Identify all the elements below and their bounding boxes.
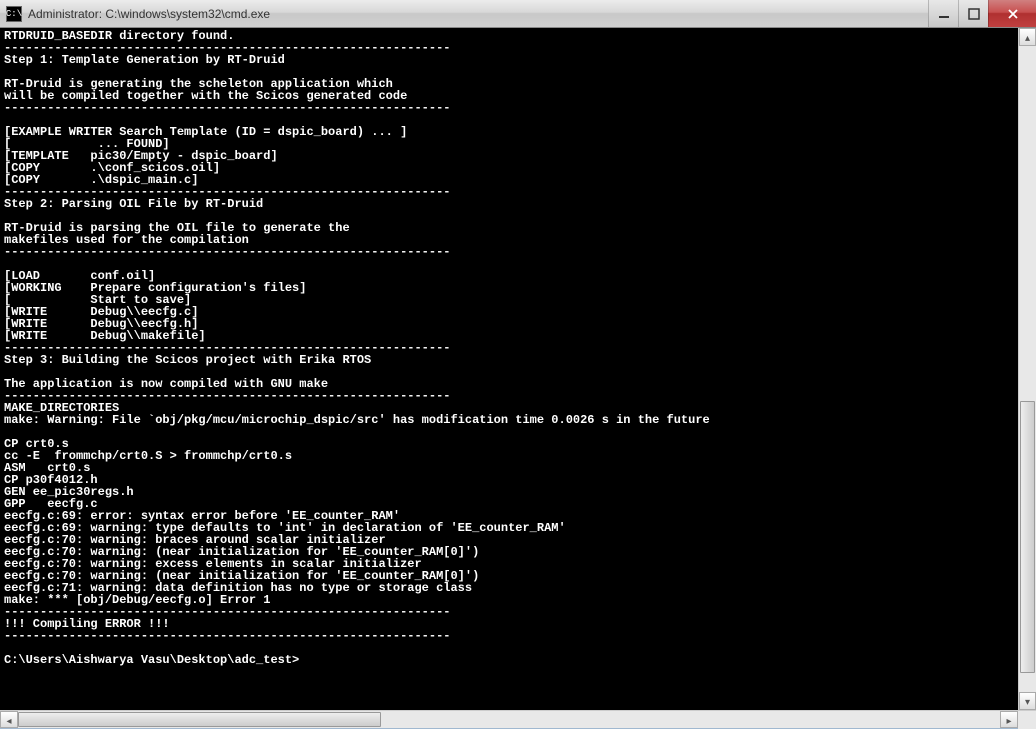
maximize-icon (968, 8, 980, 20)
console-output[interactable]: RTDRUID_BASEDIR directory found. -------… (0, 28, 1018, 710)
scroll-down-button[interactable] (1019, 692, 1036, 710)
window-titlebar[interactable]: C:\ Administrator: C:\windows\system32\c… (0, 0, 1036, 28)
arrow-right-icon (1006, 711, 1011, 729)
arrow-left-icon (6, 711, 11, 729)
arrow-down-icon (1025, 692, 1030, 710)
scroll-right-button[interactable] (1000, 711, 1018, 728)
vertical-scrollbar[interactable] (1018, 28, 1036, 710)
minimize-button[interactable] (928, 0, 958, 27)
arrow-up-icon (1025, 28, 1030, 46)
maximize-button[interactable] (958, 0, 988, 27)
console-area: RTDRUID_BASEDIR directory found. -------… (0, 28, 1036, 710)
horizontal-scrollbar[interactable] (0, 711, 1018, 728)
cmd-icon: C:\ (6, 6, 22, 22)
close-button[interactable] (988, 0, 1036, 27)
horizontal-scroll-thumb[interactable] (18, 712, 381, 727)
scrollbar-corner (1018, 711, 1036, 729)
window-controls (928, 0, 1036, 27)
horizontal-scroll-track[interactable] (18, 711, 1000, 728)
vertical-scroll-track[interactable] (1019, 46, 1036, 692)
close-icon (1006, 8, 1020, 20)
minimize-icon (938, 8, 950, 20)
window-title: Administrator: C:\windows\system32\cmd.e… (28, 7, 928, 21)
scroll-up-button[interactable] (1019, 28, 1036, 46)
vertical-scroll-thumb[interactable] (1020, 401, 1035, 672)
horizontal-scrollbar-row (0, 710, 1036, 728)
scroll-left-button[interactable] (0, 711, 18, 728)
